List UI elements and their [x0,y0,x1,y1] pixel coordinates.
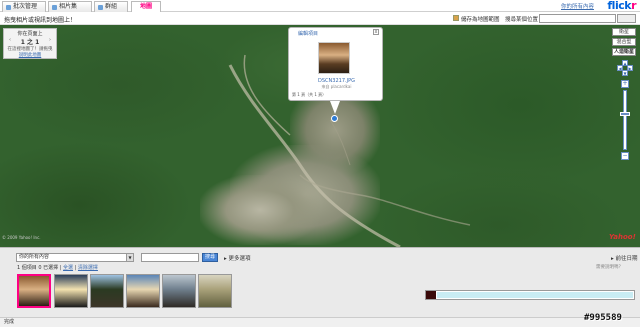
organizer-panel: 你的所有內容 ▼ 搜尋 ▸ 更多選項 ▸ 前往日期 1 個項目 0 已選擇 | … [0,247,640,317]
help-link[interactable]: 需要說明嗎？ [596,264,623,270]
status-text: 完成 [4,319,15,325]
pan-control: ▲ ◀ ▶ ▼ [617,60,633,76]
zoom-in-icon[interactable]: + [621,80,629,88]
scrollbar-thumb[interactable] [437,292,633,298]
tab-batch-label: 批次管理 [13,3,38,10]
thumbnail[interactable] [54,274,88,308]
location-search-button[interactable] [617,14,636,23]
flickr-logo[interactable]: flickr [607,0,636,12]
pager-help-link[interactable]: 說明此地圖 [4,52,56,58]
map-type-button[interactable]: 人造衛星 [612,48,636,56]
popup-count: 第 1 頁（共 1 頁） [292,92,327,97]
set-select-dropdown[interactable]: 你的所有內容 ▼ [16,253,134,262]
thumbnail[interactable] [90,274,124,308]
popup-title[interactable]: 編輯項目 [298,30,318,37]
zoom-out-icon[interactable]: − [621,152,629,160]
drag-hint: 拖曳相片或視訊到地圖上！ [4,17,77,24]
zoom-slider-thumb[interactable] [620,112,630,116]
zoom-slider-track[interactable] [623,90,627,150]
watermark: #995589 [584,313,622,323]
clear-selection-link[interactable]: 清除選擇 [78,265,98,271]
flickr-logo-text-pink: r [631,0,636,12]
tab-sets-label: 相片集 [59,3,78,10]
tab-map[interactable]: 地圖 [131,1,161,12]
chevron-down-icon: ▼ [126,254,133,261]
sets-icon [52,5,57,10]
popup-owner: 來自 placardkai [321,84,352,89]
thumbnail[interactable] [162,274,196,308]
save-location-icon[interactable] [453,15,459,21]
flickr-logo-text-blue: flick [607,0,632,12]
zoom-control: ▲ ◀ ▶ ▼ + − [614,60,636,170]
pager-caption: 你在頁面上 [17,31,43,37]
selection-info: 1 個項目 0 已選擇 | 全選 | 清除選擇 [17,265,98,271]
tab-groups[interactable]: 群組 [94,1,128,12]
thumbnail[interactable] [17,274,51,308]
location-search-input[interactable] [539,14,616,23]
status-bar: 完成 [0,317,640,327]
pan-down-icon[interactable]: ▼ [622,70,628,76]
photo-popup: 編輯項目 x DSCN3217.JPG 來自 placardkai 第 1 頁（… [288,27,383,101]
map-view[interactable]: 你在頁面上 1 之 1 在這裡地圖了！請拖曳 說明此地圖 ‹ › 編輯項目 x … [0,25,640,247]
selection-count: 1 [17,265,21,271]
thumbnail[interactable] [198,274,232,308]
popup-pointer [330,101,340,114]
map-pager: 你在頁面上 1 之 1 在這裡地圖了！請拖曳 說明此地圖 ‹ › [3,28,57,59]
top-tab-bar: 批次管理 相片集 群組 地圖 你的所有內容 flickr [0,0,640,12]
set-select-value: 你的所有內容 [19,254,50,260]
map-toolbar: 拖曳相片或視訊到地圖上！ 儲存為地圖範圍 搜尋某個位置 [0,12,640,25]
map-marker-icon[interactable] [331,115,338,122]
thumbnail-scrollbar[interactable] [425,290,635,300]
thumbnail[interactable] [126,274,160,308]
search-button[interactable]: 搜尋 [202,253,218,262]
next-page-icon[interactable]: › [48,37,52,43]
tab-batch[interactable]: 批次管理 [2,1,46,12]
tag-search-input[interactable] [141,253,199,262]
groups-icon [98,5,103,10]
more-options-link[interactable]: ▸ 更多選項 [224,254,251,262]
hybrid-button[interactable]: 混合型 [612,38,636,46]
account-link[interactable]: 你的所有內容 [561,2,594,10]
prev-page-icon[interactable]: ‹ [8,37,12,43]
scroll-left-handle[interactable] [426,291,436,299]
satellite-button[interactable]: 衛星 [612,28,636,36]
tab-groups-label: 群組 [105,3,118,10]
close-icon[interactable]: x [373,29,379,35]
flickr-organizer-window: 批次管理 相片集 群組 地圖 你的所有內容 flickr 拖曳相片或視訊到地圖上… [0,0,640,327]
batch-icon [6,5,11,10]
popup-photo-thumbnail[interactable] [318,42,350,74]
selection-text: 個項目 0 已選擇 [21,265,59,271]
go-to-date-link[interactable]: ▸ 前往日期 [611,254,638,262]
map-copyright: © 2009 Yahoo! Inc. [2,235,41,240]
save-location-link[interactable]: 儲存為地圖範圍 [461,15,500,23]
tab-sets[interactable]: 相片集 [48,1,92,12]
tab-map-label: 地圖 [139,3,152,10]
select-all-link[interactable]: 全選 [63,265,73,271]
location-search-label: 搜尋某個位置 [505,17,539,23]
yahoo-logo: Yahoo! [609,233,636,241]
